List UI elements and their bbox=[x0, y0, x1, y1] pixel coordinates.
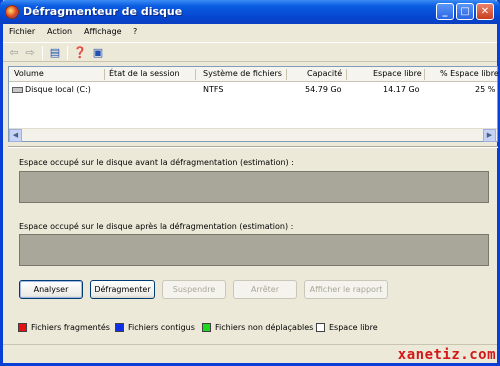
col-header-free-pct[interactable]: % Espace libre bbox=[440, 69, 499, 78]
free-space-swatch bbox=[316, 323, 325, 332]
menu-fichier[interactable]: Fichier bbox=[9, 27, 35, 36]
console-tree-icon[interactable]: ▤ bbox=[48, 46, 62, 59]
before-defrag-label: Espace occupé sur le disque avant la déf… bbox=[19, 158, 294, 167]
menu-affichage[interactable]: Affichage bbox=[84, 27, 122, 36]
unmovable-swatch bbox=[202, 323, 211, 332]
volume-list-header: Volume État de la session Système de fic… bbox=[9, 67, 499, 82]
view-report-button[interactable]: Afficher le rapport bbox=[304, 280, 388, 299]
col-header-fs[interactable]: Système de fichiers bbox=[203, 69, 282, 78]
toolbar: ⇦ ⇨ ▤ ❓ ▣ bbox=[3, 42, 497, 62]
properties-icon[interactable]: ▣ bbox=[91, 46, 105, 59]
back-arrow-icon[interactable]: ⇦ bbox=[7, 46, 21, 59]
column-divider[interactable] bbox=[286, 69, 287, 80]
col-header-state[interactable]: État de la session bbox=[109, 69, 180, 78]
maximize-button[interactable]: □ bbox=[456, 3, 474, 20]
volume-fs: NTFS bbox=[203, 85, 224, 94]
volume-name: Disque local (C:) bbox=[25, 85, 91, 94]
defragment-button[interactable]: Défragmenter bbox=[90, 280, 155, 299]
defrag-window: Défragmenteur de disque _ □ ✕ Fichier Ac… bbox=[0, 0, 500, 366]
col-header-volume[interactable]: Volume bbox=[14, 69, 44, 78]
forward-arrow-icon[interactable]: ⇨ bbox=[23, 46, 37, 59]
title-bar[interactable]: Défragmenteur de disque _ □ ✕ bbox=[0, 0, 500, 24]
column-divider[interactable] bbox=[195, 69, 196, 80]
defrag-app-icon bbox=[5, 5, 19, 19]
menu-bar: Fichier Action Affichage ? bbox=[3, 24, 497, 42]
pause-button[interactable]: Suspendre bbox=[162, 280, 226, 299]
col-header-free[interactable]: Espace libre bbox=[373, 69, 422, 78]
volume-capacity: 54.79 Go bbox=[305, 85, 342, 94]
fragmented-swatch bbox=[18, 323, 27, 332]
scroll-right-icon[interactable]: ▶ bbox=[483, 129, 496, 142]
after-defrag-label: Espace occupé sur le disque après la déf… bbox=[19, 222, 294, 231]
before-defrag-display bbox=[19, 171, 489, 203]
column-divider[interactable] bbox=[104, 69, 105, 80]
hard-disk-icon bbox=[12, 87, 23, 93]
scroll-left-icon[interactable]: ◀ bbox=[9, 129, 22, 142]
contiguous-swatch bbox=[115, 323, 124, 332]
help-icon[interactable]: ❓ bbox=[73, 46, 87, 59]
legend-contiguous: Fichiers contigus bbox=[128, 323, 195, 332]
legend-fragmented: Fichiers fragmentés bbox=[31, 323, 110, 332]
menu-help[interactable]: ? bbox=[133, 27, 137, 36]
menu-action[interactable]: Action bbox=[47, 27, 72, 36]
analyze-button[interactable]: Analyser bbox=[19, 280, 83, 299]
col-header-capacity[interactable]: Capacité bbox=[307, 69, 342, 78]
horizontal-scrollbar[interactable]: ◀ ▶ bbox=[9, 128, 497, 142]
window-title: Défragmenteur de disque bbox=[23, 5, 183, 18]
column-divider[interactable] bbox=[346, 69, 347, 80]
volume-list[interactable]: Volume État de la session Système de fic… bbox=[8, 66, 499, 142]
pane-splitter[interactable] bbox=[8, 146, 498, 148]
close-button[interactable]: ✕ bbox=[476, 3, 494, 20]
volume-row[interactable]: Disque local (C:) NTFS 54.79 Go 14.17 Go… bbox=[9, 83, 497, 97]
legend-unmovable: Fichiers non déplaçables bbox=[215, 323, 314, 332]
stop-button[interactable]: Arrêter bbox=[233, 280, 297, 299]
legend-free-space: Espace libre bbox=[329, 323, 378, 332]
watermark-text: xanetiz.com bbox=[397, 347, 496, 363]
toolbar-separator bbox=[67, 46, 68, 60]
column-divider[interactable] bbox=[424, 69, 425, 80]
minimize-button[interactable]: _ bbox=[436, 3, 454, 20]
volume-free-pct: 25 % bbox=[475, 85, 496, 94]
after-defrag-display bbox=[19, 234, 489, 266]
volume-free: 14.17 Go bbox=[383, 85, 420, 94]
toolbar-separator bbox=[42, 46, 43, 60]
